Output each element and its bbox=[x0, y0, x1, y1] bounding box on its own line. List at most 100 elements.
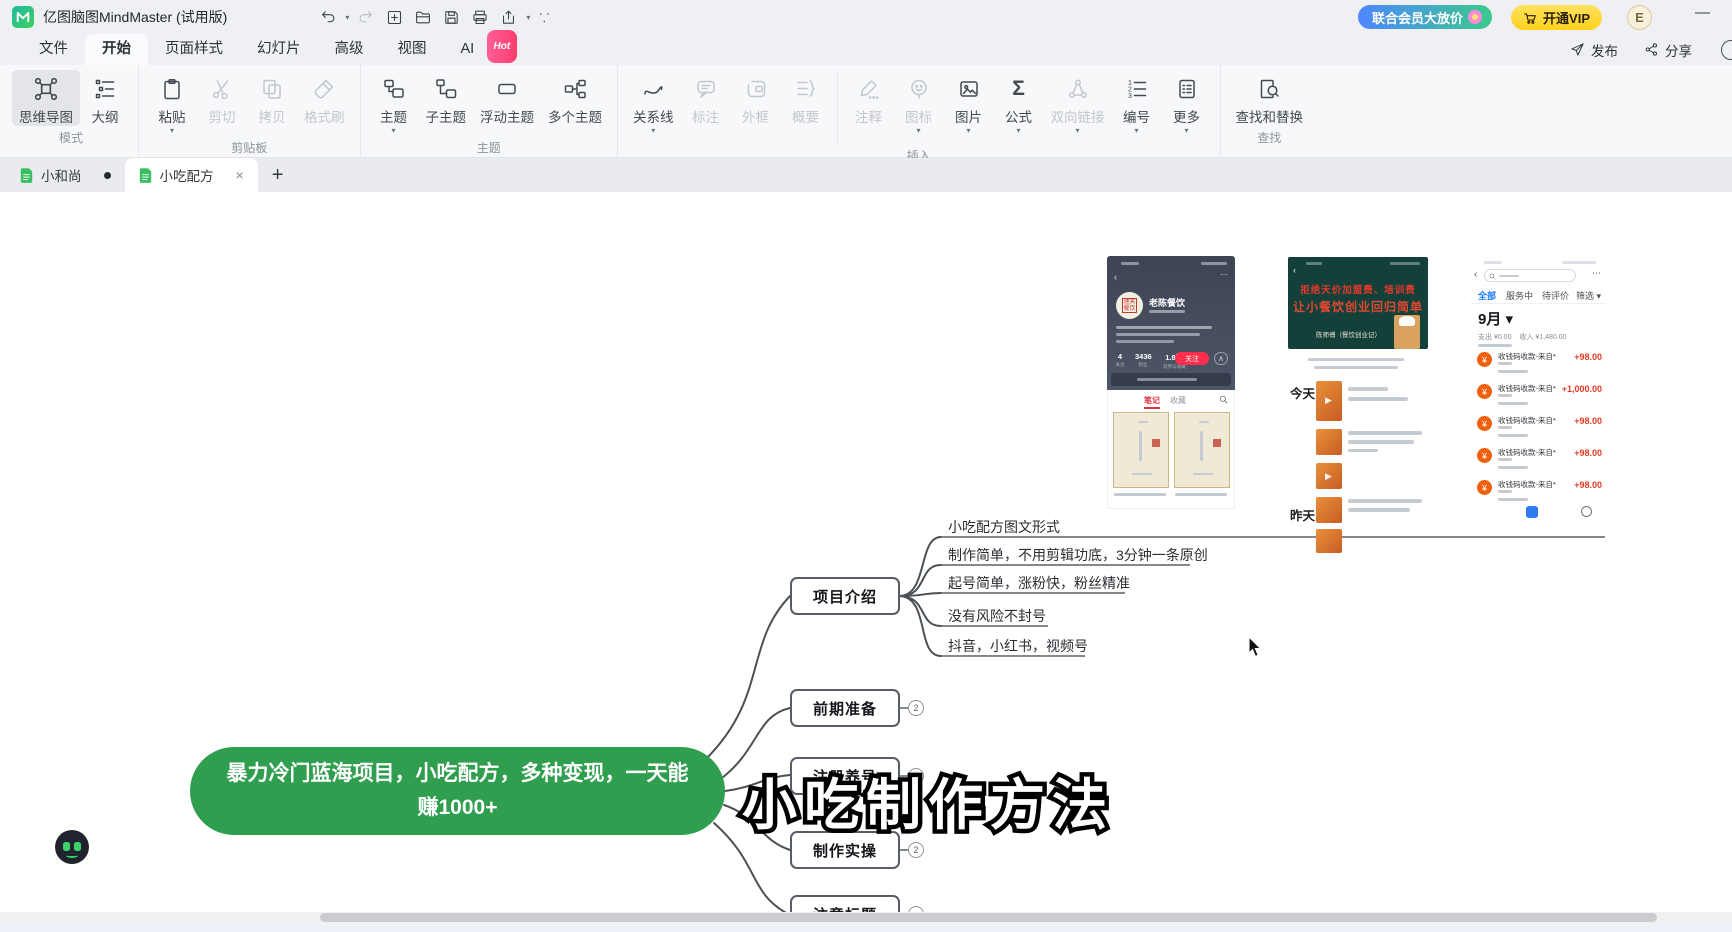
membership-promo-banner[interactable]: 联合会员大放价 bbox=[1358, 5, 1492, 29]
topic-dropdown-caret[interactable]: ▾ bbox=[391, 126, 395, 136]
subtopic-node[interactable]: 小吃配方图文形式 bbox=[948, 517, 1060, 535]
open-vip-button[interactable]: 开通VIP bbox=[1511, 5, 1602, 30]
subtopic-node[interactable]: 制作简单，不用剪辑功底，3分钟一条原创 bbox=[948, 545, 1208, 563]
bottom-share-icon bbox=[1581, 506, 1592, 517]
menu-slideshow[interactable]: 幻灯片 bbox=[240, 34, 318, 65]
customize-toolbar-button[interactable]: ⸪ bbox=[537, 7, 551, 28]
central-topic-node[interactable]: 暴力冷门蓝海项目，小吃配方，多种变现，一天能赚1000+ bbox=[190, 747, 725, 835]
menu-page-style[interactable]: 页面样式 bbox=[148, 34, 240, 65]
mindmap-canvas[interactable]: 暴力冷门蓝海项目，小吃配方，多种变现，一天能赚1000+ 项目介绍 前期准备 注… bbox=[0, 192, 1732, 912]
collapse-badge[interactable]: 2 bbox=[908, 842, 924, 858]
relationship-dropdown-caret[interactable]: ▾ bbox=[651, 126, 655, 136]
paste-dropdown-caret[interactable]: ▾ bbox=[170, 126, 174, 136]
summary-button[interactable]: 概要 bbox=[781, 70, 831, 126]
backlink-dropdown-caret[interactable]: ▾ bbox=[1075, 126, 1079, 136]
share-button[interactable]: 分享 bbox=[1644, 40, 1692, 60]
menu-view[interactable]: 视图 bbox=[381, 34, 444, 65]
outline-mode-button[interactable]: 大纲 bbox=[80, 70, 130, 126]
undo-button[interactable] bbox=[317, 7, 338, 28]
cut-icon bbox=[210, 74, 234, 104]
copy-button[interactable]: 拷贝 bbox=[247, 70, 297, 126]
comment-button[interactable]: 注释 bbox=[844, 70, 894, 126]
user-avatar[interactable]: E bbox=[1627, 5, 1652, 30]
marker-dropdown-caret[interactable]: ▾ bbox=[916, 126, 920, 136]
doc-tab-xiaoheshang[interactable]: 小和尚 bbox=[6, 158, 125, 192]
doc-tab-xiaochipeifang[interactable]: 小吃配方 × bbox=[125, 158, 258, 192]
menu-ai[interactable]: AI Hot bbox=[444, 34, 492, 65]
branch-node-preparation[interactable]: 前期准备 bbox=[790, 689, 900, 727]
caption-placeholder bbox=[1175, 493, 1227, 496]
share-label: 分享 bbox=[1665, 40, 1692, 60]
bio-line-placeholder bbox=[1116, 333, 1200, 336]
feed-thumbnail bbox=[1316, 497, 1342, 523]
collapse-badge[interactable]: 2 bbox=[908, 700, 924, 716]
topic-button[interactable]: 主题 ▾ bbox=[369, 70, 419, 136]
more-button[interactable]: 更多 ▾ bbox=[1162, 70, 1212, 136]
paste-button[interactable]: 粘贴 ▾ bbox=[147, 70, 197, 136]
menu-ai-label: AI bbox=[461, 41, 475, 57]
stat-value: 4 bbox=[1118, 352, 1122, 361]
image-dropdown-caret[interactable]: ▾ bbox=[966, 126, 970, 136]
export-button[interactable] bbox=[498, 7, 519, 28]
multiple-topics-button[interactable]: 多个主题 bbox=[541, 70, 609, 126]
formula-button[interactable]: Σ 公式 ▾ bbox=[994, 70, 1044, 136]
search-icon bbox=[1219, 395, 1228, 404]
numbering-button[interactable]: 123 编号 ▾ bbox=[1112, 70, 1162, 136]
undo-dropdown-caret[interactable]: ▾ bbox=[345, 13, 349, 22]
stat-label: 关注 bbox=[1116, 361, 1125, 367]
feed-text-placeholder bbox=[1348, 508, 1410, 512]
payment-title: 收钱码收款-来自* bbox=[1498, 383, 1556, 394]
cut-button[interactable]: 剪切 bbox=[197, 70, 247, 126]
month-stats: 支出 ¥0.00 收入 ¥1,480.00 bbox=[1478, 332, 1567, 342]
branch-node-project-intro[interactable]: 项目介绍 bbox=[790, 577, 900, 615]
overlay-title-text[interactable]: 小吃制作方法 小吃制作方法 bbox=[742, 760, 1222, 840]
attached-image-promo-screenshot[interactable]: ‹ 拒绝天价加盟费、培训费 让小餐饮创业回归简单 陈师傅（餐饮创业记） 今天 ▶… bbox=[1284, 257, 1430, 553]
backlink-button[interactable]: 双向链接 ▾ bbox=[1044, 70, 1112, 136]
branch-node-title-tips[interactable]: 注意标题 bbox=[790, 895, 900, 912]
card-text-placeholder bbox=[1138, 421, 1148, 423]
minimize-button[interactable]: — bbox=[1695, 4, 1710, 21]
horizontal-scrollbar-track[interactable] bbox=[0, 912, 1732, 923]
attached-image-payments-screenshot[interactable]: ‹ ⋯ 全部 服务中 待评价 筛选 ▾ 9月 ▾ 支出 ¥0.00 收入 ¥1,… bbox=[1470, 256, 1606, 528]
mindmap-mode-button[interactable]: 思维导图 bbox=[12, 70, 80, 126]
redo-button[interactable] bbox=[356, 7, 377, 28]
marker-smiley-icon bbox=[907, 74, 931, 104]
feed-text-placeholder bbox=[1348, 449, 1378, 452]
open-file-button[interactable] bbox=[412, 7, 434, 28]
payment-icon: ¥ bbox=[1477, 480, 1492, 495]
attached-image-profile-screenshot[interactable]: ‹ ⋯ 速笑餐饮 老陈餐饮 4关注 3436粉丝 1.8万获赞与收藏 关注 ∧ bbox=[1107, 256, 1235, 509]
subtopic-node[interactable]: 没有风险不封号 bbox=[948, 606, 1046, 624]
print-button[interactable] bbox=[469, 7, 491, 28]
callout-button[interactable]: 标注 bbox=[681, 70, 731, 126]
subtopic-button[interactable]: 子主题 bbox=[419, 70, 474, 126]
export-dropdown-caret[interactable]: ▾ bbox=[526, 13, 530, 22]
new-document-button[interactable] bbox=[384, 7, 405, 28]
vip-label: 开通VIP bbox=[1543, 8, 1590, 27]
relationship-button[interactable]: 关系线 ▾ bbox=[626, 70, 681, 136]
formula-dropdown-caret[interactable]: ▾ bbox=[1016, 126, 1020, 136]
numbering-dropdown-caret[interactable]: ▾ bbox=[1134, 126, 1138, 136]
horizontal-scrollbar-thumb[interactable] bbox=[320, 913, 1657, 922]
menu-file[interactable]: 文件 bbox=[22, 34, 85, 65]
menu-home[interactable]: 开始 bbox=[85, 34, 148, 65]
more-dropdown-caret[interactable]: ▾ bbox=[1184, 126, 1188, 136]
boundary-button[interactable]: 外框 bbox=[731, 70, 781, 126]
menu-advanced[interactable]: 高级 bbox=[318, 34, 381, 65]
new-tab-button[interactable]: + bbox=[258, 158, 298, 192]
publish-button[interactable]: 发布 bbox=[1570, 40, 1618, 60]
subtopic-node[interactable]: 抖音，小红书，视频号 bbox=[948, 636, 1088, 654]
status-bar-placeholder bbox=[1390, 262, 1420, 265]
subtopic-node[interactable]: 起号简单，涨粉快，粉丝精准 bbox=[948, 573, 1130, 591]
group-label-topic: 主题 bbox=[477, 139, 501, 156]
floating-topic-button[interactable]: 浮动主题 bbox=[473, 70, 541, 126]
close-tab-icon[interactable]: × bbox=[236, 167, 244, 183]
find-replace-button[interactable]: 查找和替换 bbox=[1229, 70, 1311, 126]
format-painter-button[interactable]: 格式刷 bbox=[297, 70, 352, 126]
divider bbox=[1470, 303, 1606, 304]
ai-assistant-floating-button[interactable] bbox=[55, 830, 89, 864]
save-button[interactable] bbox=[441, 7, 462, 28]
marker-icon-button[interactable]: 图标 ▾ bbox=[894, 70, 944, 136]
format-painter-icon bbox=[312, 74, 336, 104]
row-date-placeholder bbox=[1498, 498, 1528, 501]
image-button[interactable]: 图片 ▾ bbox=[944, 70, 994, 136]
